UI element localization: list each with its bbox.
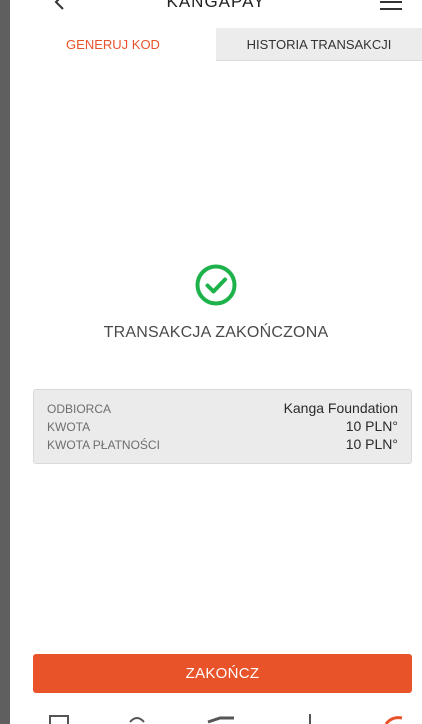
- bottom-navigation: [10, 712, 422, 724]
- card-icon[interactable]: [206, 712, 236, 724]
- recipient-label: ODBIORCA: [47, 402, 112, 416]
- transaction-details-panel: ODBIORCA Kanga Foundation KWOTA 10 PLN° …: [33, 389, 412, 464]
- detail-row-amount: KWOTA 10 PLN°: [47, 418, 398, 436]
- tab-generate-code[interactable]: GENERUJ KOD: [10, 28, 216, 61]
- wallet-icon[interactable]: [48, 712, 70, 724]
- exchange-icon[interactable]: [126, 712, 148, 724]
- app-header: KANGAPAY: [10, 0, 422, 28]
- hamburger-menu-icon: [380, 1, 402, 10]
- payment-icon[interactable]: [302, 712, 318, 724]
- amount-value: 10 PLN°: [345, 418, 398, 434]
- app-title: KANGAPAY: [166, 0, 266, 11]
- tab-bar: GENERUJ KOD HISTORIA TRANSAKCJI: [10, 28, 422, 61]
- tab-transaction-history[interactable]: HISTORIA TRANSAKCJI: [216, 28, 422, 61]
- kanga-icon[interactable]: [382, 712, 404, 724]
- finish-button[interactable]: ZAKOŃCZ: [33, 654, 412, 693]
- left-edge-strip: [0, 0, 10, 724]
- detail-row-recipient: ODBIORCA Kanga Foundation: [47, 400, 398, 418]
- transaction-status: TRANSAKCJA ZAKOŃCZONA: [10, 263, 422, 342]
- payment-amount-value: 10 PLN°: [345, 436, 398, 452]
- amount-label: KWOTA: [47, 420, 91, 434]
- status-message: TRANSAKCJA ZAKOŃCZONA: [103, 324, 329, 341]
- recipient-value: Kanga Foundation: [283, 400, 398, 416]
- check-circle-icon: [195, 264, 237, 306]
- payment-amount-label: KWOTA PŁATNOŚCI: [47, 438, 160, 452]
- detail-row-payment-amount: KWOTA PŁATNOŚCI 10 PLN°: [47, 436, 398, 454]
- menu-button[interactable]: [378, 0, 404, 12]
